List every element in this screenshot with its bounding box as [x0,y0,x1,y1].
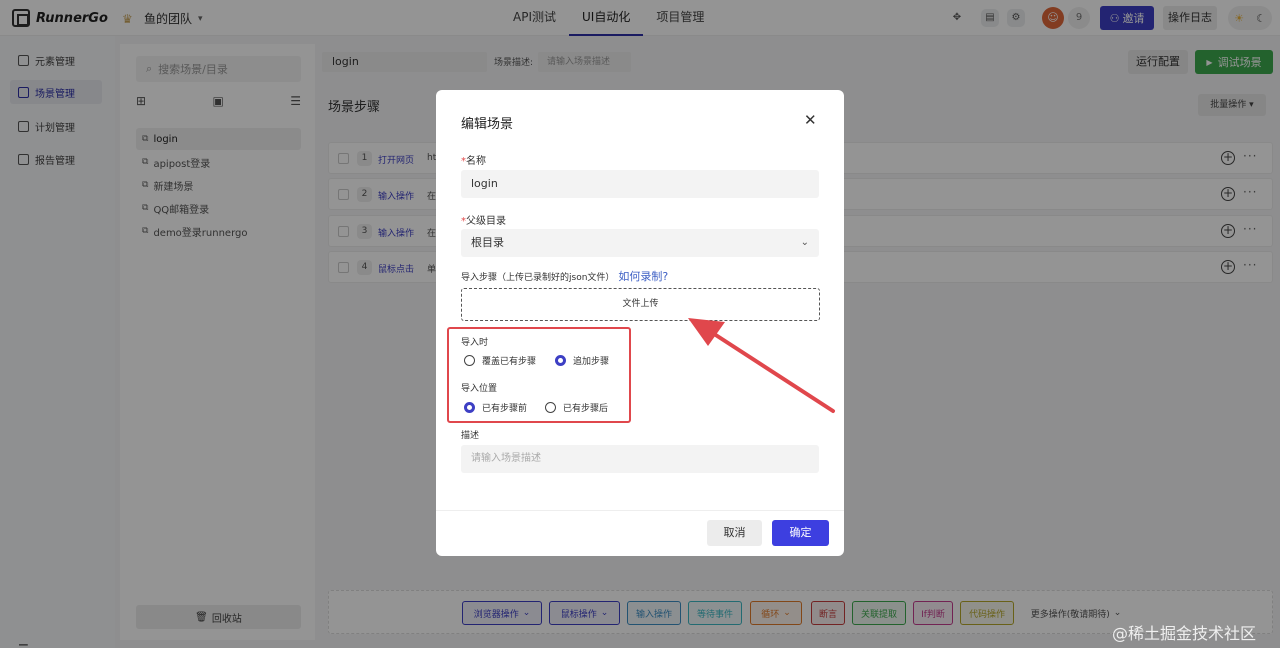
radio-after[interactable]: 已有步骤后 [545,401,608,414]
annotation-arrow-icon [688,318,835,413]
radio-label: 已有步骤后 [563,404,609,414]
parent-dir-label-text: 父级目录 [466,216,506,227]
import-steps-label-text: 导入步骤（上传已录制好的json文件） [461,273,615,283]
confirm-button[interactable]: 确定 [772,520,829,546]
import-position-label: 导入位置 [461,384,498,394]
import-when-label: 导入时 [461,338,489,348]
name-input[interactable]: login [461,170,819,198]
radio-overwrite[interactable]: 覆盖已有步骤 [464,354,536,367]
parent-dir-select[interactable]: 根目录 ⌄ [461,229,819,257]
radio-append[interactable]: 追加步骤 [555,354,609,367]
radio-label: 已有步骤前 [482,404,528,414]
modal-title: 编辑场景 [461,117,514,132]
radio-before[interactable]: 已有步骤前 [464,401,527,414]
radio-button [464,402,475,413]
name-label: *名称 [461,152,486,167]
watermark: @稀土掘金技术社区 [1112,624,1257,643]
radio-label: 追加步骤 [573,357,610,367]
radio-button [555,355,566,366]
name-label-text: 名称 [466,156,486,167]
cancel-button[interactable]: 取消 [707,520,762,546]
import-steps-label: 导入步骤（上传已录制好的json文件） 如何录制? [461,268,668,284]
radio-label: 覆盖已有步骤 [482,357,537,367]
how-to-record-link[interactable]: 如何录制? [618,268,668,284]
description-label: 描述 [461,431,480,441]
radio-button [464,355,475,366]
radio-button [545,402,556,413]
parent-dir-label: *父级目录 [461,212,506,227]
close-icon[interactable]: ✕ [804,111,817,129]
parent-dir-value: 根目录 [471,236,504,249]
chevron-down-icon: ⌄ [800,237,809,248]
description-input[interactable]: 请输入场景描述 [461,445,819,473]
